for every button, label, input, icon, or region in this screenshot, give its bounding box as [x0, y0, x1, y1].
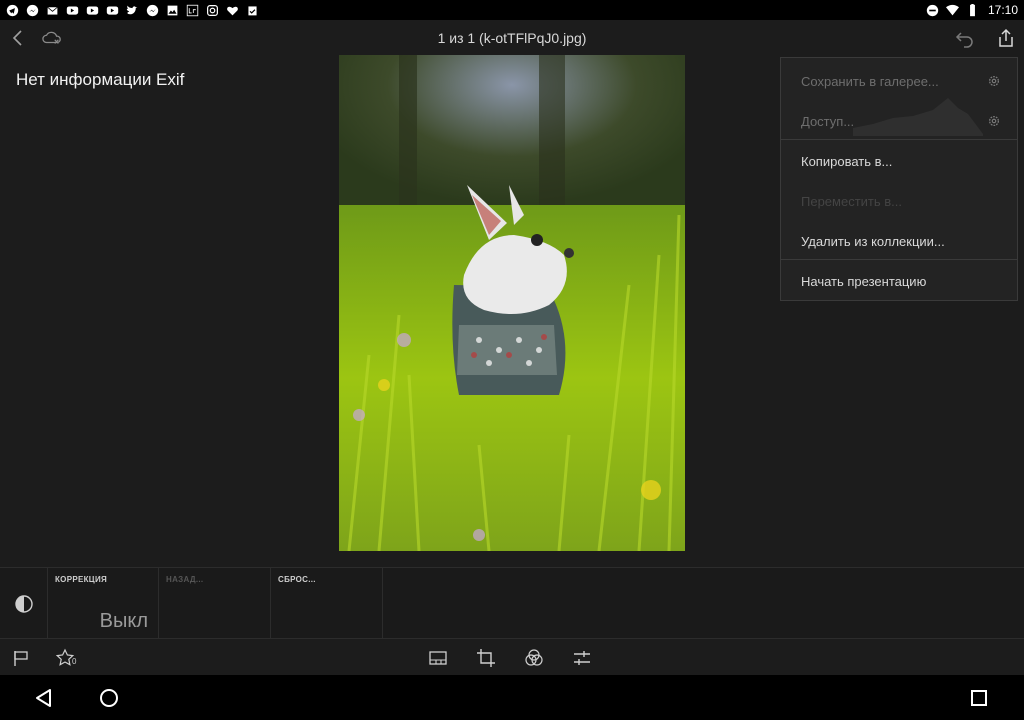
nav-back-icon[interactable] — [32, 686, 56, 710]
menu-item-save-to-gallery[interactable]: Сохранить в галерее... — [781, 61, 1017, 101]
edit-panel: КОРРЕКЦИЯ Выкл НАЗАД... СБРОС... — [0, 567, 1024, 639]
menu-item-label: Начать презентацию — [801, 273, 927, 289]
back-button: НАЗАД... — [159, 568, 271, 639]
menu-item-label: Доступ... — [801, 113, 855, 129]
presets-icon[interactable] — [427, 647, 449, 669]
menu-item-copy-to[interactable]: Копировать в... — [781, 141, 1017, 181]
status-bar: 17:10 — [0, 0, 1024, 20]
flag-icon[interactable] — [10, 647, 32, 669]
correction-value: Выкл — [99, 610, 148, 632]
messenger-icon — [26, 4, 39, 17]
menu-item-remove-from-collection[interactable]: Удалить из коллекции... — [781, 221, 1017, 261]
nav-home-icon[interactable] — [97, 686, 121, 710]
photo-preview[interactable] — [339, 55, 685, 551]
page-title: 1 из 1 (k-otTFlPqJ0.jpg) — [437, 30, 587, 46]
wifi-icon — [945, 4, 959, 17]
menu-item-start-slideshow[interactable]: Начать презентацию — [781, 261, 1017, 301]
before-after-toggle[interactable] — [0, 568, 48, 639]
reset-button[interactable]: СБРОС... — [271, 568, 383, 639]
gear-icon[interactable] — [987, 114, 1001, 128]
share-icon[interactable] — [994, 26, 1018, 50]
status-time: 17:10 — [987, 3, 1018, 17]
crop-icon[interactable] — [475, 647, 497, 669]
menu-divider — [781, 259, 1017, 260]
color-icon[interactable] — [523, 647, 545, 669]
gear-icon[interactable] — [987, 74, 1001, 88]
before-after-icon — [14, 594, 33, 613]
exif-info-label: Нет информации Exif — [16, 70, 185, 89]
menu-divider — [781, 139, 1017, 140]
battery-icon — [966, 3, 979, 17]
heart-icon — [226, 4, 239, 17]
back-label: НАЗАД... — [166, 575, 204, 584]
youtube-icon — [86, 4, 99, 17]
top-bar: 1 из 1 (k-otTFlPqJ0.jpg) — [0, 20, 1024, 56]
menu-item-share[interactable]: Доступ... — [781, 101, 1017, 141]
menu-item-label: Сохранить в галерее... — [801, 73, 939, 89]
twitter-icon — [126, 4, 139, 17]
correction-button[interactable]: КОРРЕКЦИЯ Выкл — [48, 568, 159, 639]
android-nav-bar — [0, 675, 1024, 720]
menu-item-label: Удалить из коллекции... — [801, 233, 945, 249]
menu-item-label: Копировать в... — [801, 153, 893, 169]
nav-recents-icon[interactable] — [967, 686, 991, 710]
dog-photo-image — [339, 55, 685, 551]
adjust-icon[interactable] — [571, 647, 593, 669]
bottom-toolbar: 0 — [0, 638, 1024, 676]
back-icon[interactable] — [6, 26, 30, 50]
instagram-icon — [206, 4, 219, 17]
youtube-icon — [106, 4, 119, 17]
correction-label: КОРРЕКЦИЯ — [55, 575, 108, 584]
mail-icon — [46, 4, 59, 17]
lightroom-icon — [186, 4, 199, 17]
telegram-icon — [6, 4, 19, 17]
cloud-off-icon[interactable] — [40, 26, 64, 50]
messenger-icon — [146, 4, 159, 17]
reset-label: СБРОС... — [278, 575, 316, 584]
youtube-icon — [66, 4, 79, 17]
clipboard-check-icon — [246, 4, 259, 17]
system-icons: 17:10 — [926, 3, 1018, 17]
share-menu: Сохранить в галерее... Доступ... Копиров… — [780, 57, 1018, 301]
menu-item-move-to: Переместить в... — [781, 181, 1017, 221]
do-not-disturb-icon — [926, 4, 939, 17]
star-count: 0 — [72, 657, 77, 666]
notification-icons — [6, 4, 259, 17]
image-icon — [166, 4, 179, 17]
undo-icon[interactable] — [953, 26, 977, 50]
menu-item-label: Переместить в... — [801, 193, 902, 209]
